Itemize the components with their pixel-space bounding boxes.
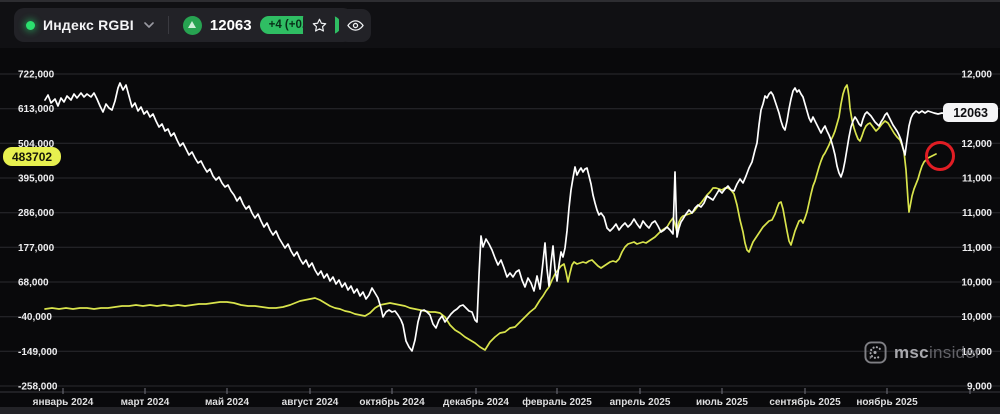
left-axis-label: -258,000: [18, 382, 58, 393]
yellow-series-value-badge: 483702: [3, 147, 62, 166]
left-axis-label: 286,000: [18, 208, 55, 219]
rgbi-series-line: [44, 82, 951, 352]
watch-button[interactable]: [339, 9, 371, 42]
right-axis-label: 12,000: [961, 139, 992, 150]
instrument-value: 12063: [209, 16, 252, 34]
left-axis-label: 68,000: [18, 278, 49, 289]
chevron-down-icon[interactable]: [144, 22, 154, 28]
red-annotation-circle: [925, 141, 955, 171]
live-status-dot-icon: [26, 20, 35, 30]
left-axis-label: 613,000: [18, 104, 55, 115]
eye-icon: [346, 20, 364, 31]
left-axis-label: 177,000: [18, 243, 55, 254]
left-axis-label: 722,000: [18, 70, 55, 81]
right-axis-label: 11,000: [962, 243, 992, 254]
divider: [167, 16, 169, 34]
chart-page: Индекс RGBI 12063 +4 (+0.03%) 722,000 613…: [0, 0, 1000, 414]
rgbi-value-badge: 12063: [943, 103, 998, 122]
right-axis-label: 11,000: [962, 208, 992, 219]
favorite-button[interactable]: [303, 9, 335, 42]
watermark: mscinsider: [864, 341, 981, 364]
right-axis-label: 12,000: [961, 70, 992, 81]
yellow-series-line: [44, 84, 937, 351]
star-icon: [312, 18, 326, 32]
instrument-title: Индекс RGBI: [43, 17, 134, 33]
msc-insider-logo-icon: [864, 341, 887, 364]
arrow-up-icon: [182, 15, 202, 35]
left-axis-label: -149,000: [18, 347, 58, 358]
right-axis-label: 9,000: [967, 382, 992, 393]
bottom-strip: [0, 407, 1000, 414]
watermark-text: mscinsider: [894, 342, 982, 362]
left-axis-label: -40,000: [18, 312, 52, 323]
toolbar: Индекс RGBI 12063 +4 (+0.03%): [0, 0, 1000, 49]
right-axis-label: 10,000: [961, 278, 992, 289]
plot-canvas: 722,000613,000504,000395,000286,000177,0…: [0, 70, 1000, 408]
chart-area[interactable]: 722,000 613,000 504,000 395,000 286,000 177,0…: [0, 48, 1000, 414]
left-axis-label: 395,000: [18, 174, 55, 185]
right-axis-label: 10,000: [961, 312, 992, 323]
right-axis-label: 11,000: [962, 174, 992, 185]
